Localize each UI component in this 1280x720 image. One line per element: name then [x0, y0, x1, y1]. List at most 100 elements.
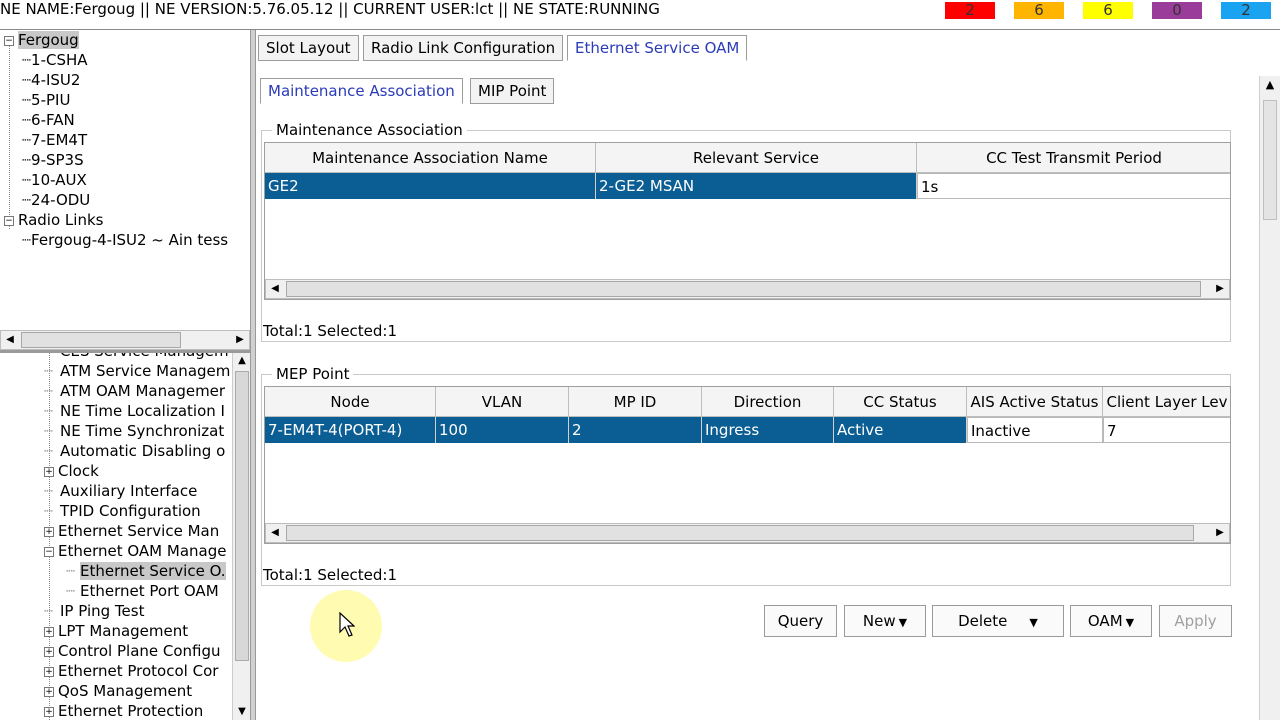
apply-button[interactable]: Apply — [1159, 605, 1232, 637]
warning-alarm-count[interactable]: 0 — [1152, 2, 1202, 19]
table-cell[interactable]: 7 — [1103, 417, 1230, 443]
scroll-left-icon[interactable]: ◀ — [266, 280, 284, 298]
tab-slot-layout[interactable]: Slot Layout — [258, 35, 359, 61]
table-horizontal-scrollbar[interactable]: ◀ ▶ — [265, 279, 1230, 299]
table-horizontal-scrollbar[interactable]: ◀ ▶ — [265, 523, 1230, 543]
function-tree-item[interactable]: ┈ IP Ping Test — [44, 601, 144, 621]
column-header[interactable]: VLAN — [436, 387, 569, 417]
function-tree-item[interactable]: ┈CES Service Managem — [44, 353, 229, 361]
function-tree-item[interactable]: + Ethernet Protocol Cor — [44, 661, 218, 681]
scroll-left-icon[interactable]: ◀ — [266, 524, 284, 542]
tab-mip-point[interactable]: MIP Point — [470, 78, 555, 104]
column-header[interactable]: Maintenance Association Name — [265, 143, 596, 173]
column-header[interactable]: CC Test Transmit Period — [917, 143, 1230, 173]
tree-board-node[interactable]: ┈4-ISU2 — [22, 70, 80, 90]
scroll-right-icon[interactable]: ▶ — [1211, 280, 1229, 298]
collapse-icon[interactable]: − — [4, 35, 14, 46]
collapse-icon[interactable]: − — [44, 546, 54, 557]
function-tree-item[interactable]: ┈ Ethernet Port OAM — [66, 581, 219, 601]
column-header[interactable]: Direction — [702, 387, 834, 417]
function-tree-item[interactable]: + Ethernet Protection — [44, 701, 203, 720]
table-cell[interactable]: 1s — [917, 173, 1230, 199]
table-cell[interactable]: 7-EM4T-4(PORT-4) — [265, 417, 436, 443]
column-header[interactable]: Client Layer Lev — [1103, 387, 1230, 417]
function-tree-label: Automatic Disabling o — [60, 442, 226, 460]
tree-connector: ┈ — [44, 382, 54, 400]
scroll-thumb[interactable] — [286, 281, 1201, 297]
function-tree-item[interactable]: + QoS Management — [44, 681, 192, 701]
function-tree-item[interactable]: ┈ TPID Configuration — [44, 501, 201, 521]
tree-board-node[interactable]: ┈9-SP3S — [22, 150, 84, 170]
scroll-thumb[interactable] — [286, 525, 1194, 541]
scroll-thumb[interactable] — [1263, 100, 1277, 220]
scroll-left-icon[interactable]: ◀ — [1, 331, 19, 349]
tab-ethernet-service-oam[interactable]: Ethernet Service OAM — [567, 35, 748, 61]
tree-connector: ┈ — [44, 353, 60, 361]
tree-board-node[interactable]: ┈24-ODU — [22, 190, 90, 210]
column-header[interactable]: MP ID — [569, 387, 702, 417]
function-tree-item[interactable]: + Ethernet Service Man — [44, 521, 219, 541]
new-button[interactable]: New ▼ — [844, 605, 926, 637]
indeterminate-alarm-count[interactable]: 2 — [1221, 2, 1271, 19]
function-tree-vertical-scrollbar[interactable]: ▲ ▼ — [232, 353, 250, 720]
tree-board-node[interactable]: ┈7-EM4T — [22, 130, 87, 150]
function-tree-item[interactable]: ┈ Ethernet Service O. — [66, 561, 226, 581]
function-tree-item[interactable]: ┈ ATM OAM Managemer — [44, 381, 225, 401]
scroll-thumb[interactable] — [235, 371, 249, 661]
tree-horizontal-scrollbar[interactable]: ◀ ▶ — [0, 330, 250, 350]
tab-radio-link-configuration[interactable]: Radio Link Configuration — [363, 35, 564, 61]
scroll-thumb[interactable] — [21, 332, 181, 348]
scroll-right-icon[interactable]: ▶ — [1211, 524, 1229, 542]
query-button[interactable]: Query — [764, 605, 837, 637]
tree-board-node[interactable]: ┈10-AUX — [22, 170, 87, 190]
function-tree-item[interactable]: ┈ NE Time Localization I — [44, 401, 225, 421]
major-alarm-count[interactable]: 6 — [1014, 2, 1064, 19]
critical-alarm-count[interactable]: 2 — [945, 2, 995, 19]
column-header[interactable]: CC Status — [834, 387, 967, 417]
function-tree-item[interactable]: ┈ Automatic Disabling o — [44, 441, 225, 461]
column-header[interactable]: Relevant Service — [596, 143, 917, 173]
function-tree-item[interactable]: + Control Plane Configu — [44, 641, 221, 661]
function-tree-item[interactable]: − Ethernet OAM Manage — [44, 541, 226, 561]
function-tree-item[interactable]: ┈ Auxiliary Interface — [44, 481, 197, 501]
table-cell[interactable]: Inactive — [967, 417, 1103, 443]
collapse-icon[interactable]: − — [4, 215, 14, 226]
expand-icon[interactable]: + — [44, 686, 54, 697]
tab-maintenance-association[interactable]: Maintenance Association — [260, 78, 463, 104]
expand-icon[interactable]: + — [44, 646, 54, 657]
tree-root-node[interactable]: − Fergoug — [4, 30, 79, 50]
delete-button[interactable]: Delete ▼ — [932, 605, 1064, 637]
tree-radio-link-item[interactable]: ┈Fergoug-4-ISU2 ~ Ain tess — [22, 230, 228, 250]
column-header[interactable]: AIS Active Status — [967, 387, 1103, 417]
table-cell[interactable]: GE2 — [265, 173, 596, 199]
table-cell[interactable]: 2-GE2 MSAN — [596, 173, 917, 199]
table-cell[interactable]: Active — [834, 417, 967, 443]
expand-icon[interactable]: + — [44, 626, 54, 637]
function-tree-item[interactable]: + Clock — [44, 461, 99, 481]
tree-board-node[interactable]: ┈1-CSHA — [22, 50, 88, 70]
function-tree-item[interactable]: ┈ NE Time Synchronizat — [44, 421, 224, 441]
expand-icon[interactable]: + — [44, 666, 54, 677]
function-tree-item[interactable]: ┈ ATM Service Managem — [44, 361, 230, 381]
table-cell[interactable]: 2 — [569, 417, 702, 443]
table-row[interactable]: 7-EM4T-4(PORT-4) 100 2 Ingress Active In… — [265, 417, 1230, 443]
scroll-up-icon[interactable]: ▲ — [233, 353, 251, 369]
minor-alarm-count[interactable]: 6 — [1083, 2, 1133, 19]
table-cell[interactable]: Ingress — [702, 417, 834, 443]
scroll-down-icon[interactable]: ▼ — [233, 704, 251, 720]
main-vertical-scrollbar[interactable]: ▲ — [1259, 76, 1280, 720]
table-cell[interactable]: 100 — [436, 417, 569, 443]
tree-radio-links-node[interactable]: − Radio Links — [4, 210, 103, 230]
oam-button-label: OAM — [1087, 612, 1123, 630]
scroll-right-icon[interactable]: ▶ — [231, 331, 249, 349]
tree-board-node[interactable]: ┈6-FAN — [22, 110, 75, 130]
scroll-up-icon[interactable]: ▲ — [1260, 76, 1280, 94]
tree-board-node[interactable]: ┈5-PIU — [22, 90, 70, 110]
column-header[interactable]: Node — [265, 387, 436, 417]
expand-icon[interactable]: + — [44, 706, 54, 717]
expand-icon[interactable]: + — [44, 526, 54, 537]
function-tree-item[interactable]: + LPT Management — [44, 621, 188, 641]
oam-button[interactable]: OAM ▼ — [1070, 605, 1152, 637]
table-row[interactable]: GE2 2-GE2 MSAN 1s — [265, 173, 1230, 199]
expand-icon[interactable]: + — [44, 466, 54, 477]
